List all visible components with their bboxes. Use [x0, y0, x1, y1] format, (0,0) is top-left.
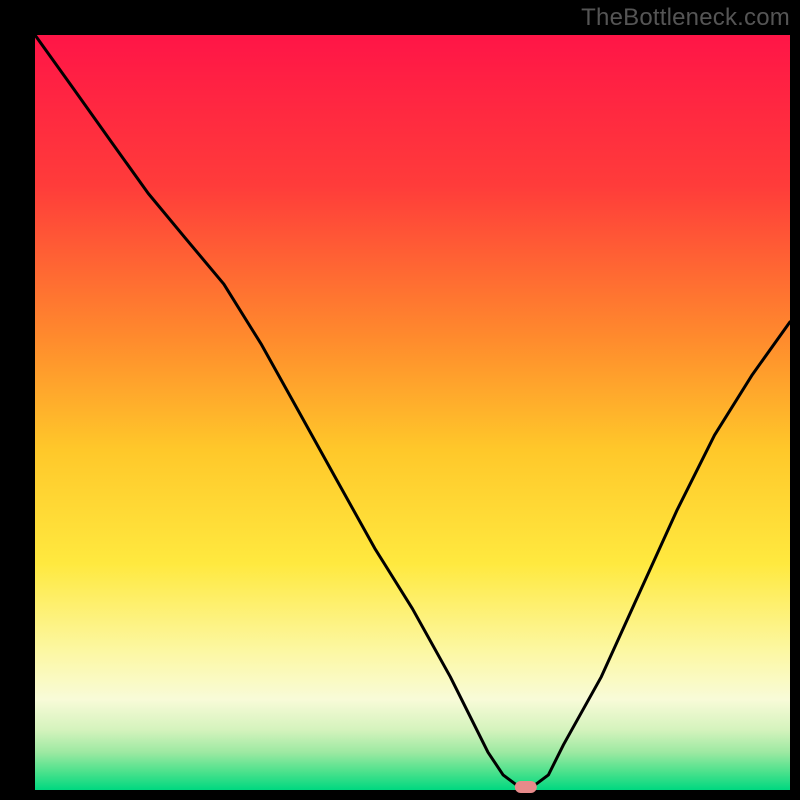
gradient-background [35, 35, 790, 790]
chart-frame: TheBottleneck.com [0, 0, 800, 800]
bottleneck-chart [0, 0, 800, 800]
optimal-point-marker [515, 781, 537, 793]
